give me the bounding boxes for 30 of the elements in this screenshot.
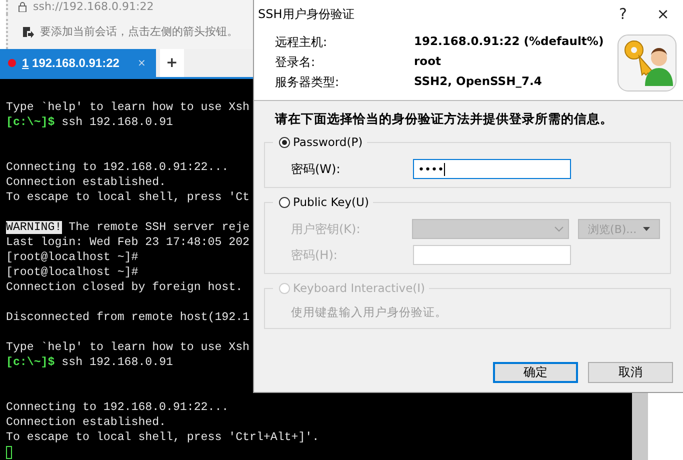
terminal-line: To escape to local shell, press 'Ct	[6, 190, 250, 205]
terminal-line: Last login: Wed Feb 23 17:48:05 202	[6, 235, 250, 250]
tab-label: 1 192.168.0.91:22	[22, 56, 120, 70]
terminal-line: Connecting to 192.168.0.91:22...	[6, 400, 229, 415]
info-label: 远程主机:	[275, 34, 328, 51]
instruction-text: 请在下面选择恰当的身份验证方法并提供登录所需的信息。	[274, 110, 614, 128]
terminal-line: Connection closed by foreign host.	[6, 280, 243, 295]
field-label: 密码(W):	[291, 160, 342, 178]
terminal-line: Connection established.	[6, 175, 166, 190]
terminal-line: Type `help' to learn how to use Xsh	[6, 340, 250, 355]
field-label: 用户密钥(K):	[291, 220, 362, 238]
info-text: 要添加当前会话，点击左侧的箭头按钮。	[40, 24, 238, 40]
terminal-line: [root@localhost ~]#	[6, 265, 138, 280]
terminal-line: [c:\~]$ ssh 192.168.0.91	[6, 115, 173, 130]
terminal-line: [root@localhost ~]#	[6, 250, 138, 265]
info-value: SSH2, OpenSSH_7.4	[414, 74, 543, 90]
terminal-line: Connection established.	[6, 415, 166, 430]
terminal-line: Disconnected from remote host(192.1	[6, 310, 250, 325]
info-label: 登录名:	[275, 54, 316, 71]
info-value: 192.168.0.91:22 (%default%)	[414, 34, 605, 50]
terminal-line: To escape to local shell, press 'Ctrl+Alt+]'.	[6, 430, 320, 445]
info-value: root	[414, 54, 442, 70]
method-description: 使用键盘输入用户身份验证。	[291, 305, 448, 320]
info-label: 服务器类型:	[275, 74, 340, 91]
terminal-line: Type `help' to learn how to use Xsh	[6, 100, 250, 115]
terminal-line: Connecting to 192.168.0.91:22...	[6, 160, 229, 175]
field-label: 密码(H):	[291, 246, 338, 264]
terminal-line: WARNING! The remote SSH server reje	[6, 220, 250, 235]
dialog-title: SSH用户身份验证	[258, 6, 356, 22]
terminal-line: [c:\~]$ ssh 192.168.0.91	[6, 355, 173, 370]
